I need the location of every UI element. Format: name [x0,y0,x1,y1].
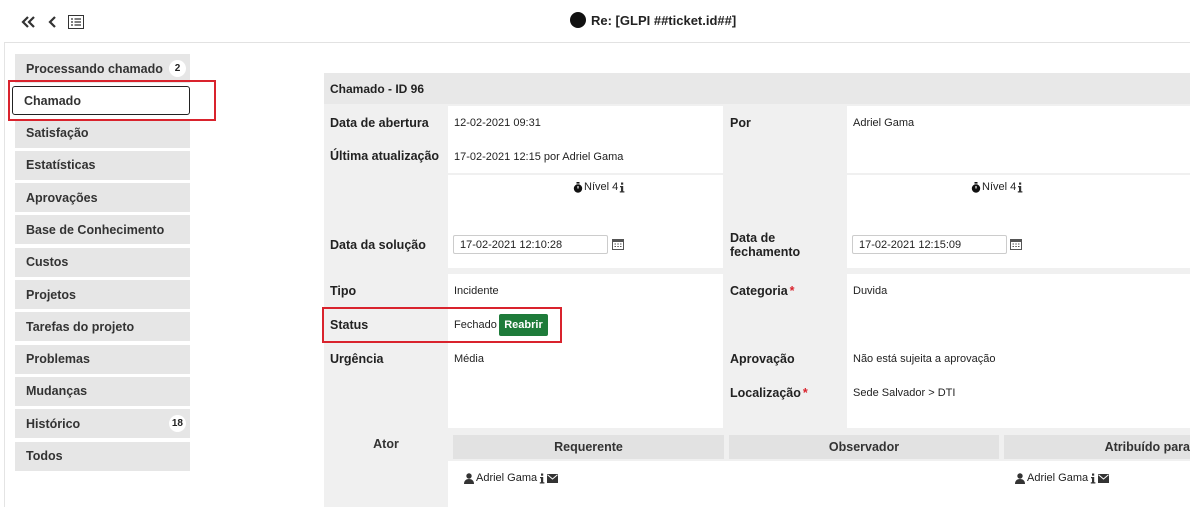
last-update-label: Última atualização [330,149,440,163]
last-update-value: 17-02-2021 12:15 por Adriel Gama [454,151,624,163]
requester-entry: Adriel Gama [464,472,559,484]
stopwatch-icon [971,181,981,193]
highlight-box-status [322,307,562,343]
type-value: Incidente [454,285,499,297]
user-icon [1015,472,1025,484]
value-cell [448,461,1190,507]
tab-tarefas-do-projeto[interactable]: Tarefas do projeto [15,312,190,342]
top-bar: Re: [GLPI ##ticket.id##] [4,0,1190,43]
value-cell [847,274,1190,428]
chevron-left-icon[interactable] [44,13,60,31]
type-label: Tipo [330,284,357,298]
closing-date-label: Data de fechamento [730,231,801,259]
ticket-heading: Chamado - ID 96 [324,73,1190,104]
level-right[interactable]: Nível 4 [971,181,1023,193]
tab-label: Todos [26,449,63,464]
tab-projetos[interactable]: Projetos [15,280,190,310]
location-label: Localização * [730,386,808,400]
tab-label: Base de Conhecimento [26,222,165,237]
tab-todos[interactable]: Todos [15,441,190,471]
tab-base-de-conhecimento[interactable]: Base de Conhecimento [15,215,190,245]
required-marker: * [789,284,795,298]
envelope-icon[interactable] [1098,473,1110,483]
category-value: Duvida [853,285,888,297]
stopwatch-icon [573,181,583,193]
by-value: Adriel Gama [853,117,915,129]
approval-label: Aprovação [730,352,795,366]
tab-processando-chamado[interactable]: Processando chamado 2 [15,54,190,83]
tab-label: Projetos [26,287,77,302]
tab-mudancas[interactable]: Mudanças [15,376,190,406]
tab-label: Estatísticas [26,158,96,173]
requester-name[interactable]: Adriel Gama [476,472,537,484]
user-icon [464,472,474,484]
tab-aprovacoes[interactable]: Aprovações [15,183,190,213]
tab-problemas[interactable]: Problemas [15,344,190,374]
location-label-text: Localização [730,386,801,400]
tab-satisfacao[interactable]: Satisfação [15,118,190,148]
tab-label: Custos [26,255,69,270]
requester-header: Requerente [453,435,724,459]
urgency-value: Média [454,353,484,365]
page-title-wrap: Re: [GLPI ##ticket.id##] [570,12,736,28]
approval-value: Não está sujeita a aprovação [853,353,996,365]
assigned-header: Atribuído para [1004,435,1190,459]
calendar-icon[interactable] [1010,238,1022,250]
list-icon[interactable] [68,13,84,31]
tab-label: Histórico [26,416,81,431]
level-text: Nível 4 [584,181,619,193]
observer-header: Observador [729,435,999,459]
tab-label: Processando chamado [26,61,163,76]
info-icon[interactable] [1090,473,1096,484]
calendar-icon[interactable] [612,238,624,250]
info-icon[interactable] [619,182,625,193]
category-label: Categoria * [730,284,795,298]
level-left[interactable]: Nível 4 [573,181,625,193]
required-marker: * [802,386,808,400]
top-nav [20,13,84,31]
info-icon[interactable] [1017,182,1023,193]
actor-label: Ator [373,437,399,451]
info-icon[interactable] [539,473,545,484]
left-border [4,43,5,507]
count-badge: 18 [168,415,186,433]
tab-label: Satisfação [26,126,89,141]
level-text: Nível 4 [982,181,1017,193]
tab-custos[interactable]: Custos [15,247,190,277]
location-value: Sede Salvador > DTI [853,387,956,399]
count-badge: 2 [169,60,186,77]
assigned-entry: Adriel Gama [1015,472,1110,484]
page-title: Re: [GLPI ##ticket.id##] [591,12,737,28]
opening-date-label: Data de abertura [330,116,429,130]
tab-label: Tarefas do projeto [26,319,135,334]
double-chevron-left-icon[interactable] [20,13,36,31]
tab-label: Mudanças [26,384,88,399]
highlight-box-tab [8,80,216,121]
tab-estatisticas[interactable]: Estatísticas [15,150,190,180]
envelope-icon[interactable] [547,473,559,483]
closing-date-input[interactable]: 17-02-2021 12:15:09 [852,235,1007,254]
tab-label: Problemas [26,352,90,367]
assigned-name[interactable]: Adriel Gama [1027,472,1088,484]
category-label-text: Categoria [730,284,788,298]
value-cell [448,274,723,428]
solution-date-input[interactable]: 17-02-2021 12:10:28 [453,235,608,254]
status-closed-icon [570,12,586,28]
opening-date-value: 12-02-2021 09:31 [454,117,541,129]
solution-date-label: Data da solução [330,238,426,252]
tab-label: Aprovações [26,190,98,205]
by-label: Por [730,116,751,130]
tab-historico[interactable]: Histórico 18 [15,409,190,439]
urgency-label: Urgência [330,352,384,366]
